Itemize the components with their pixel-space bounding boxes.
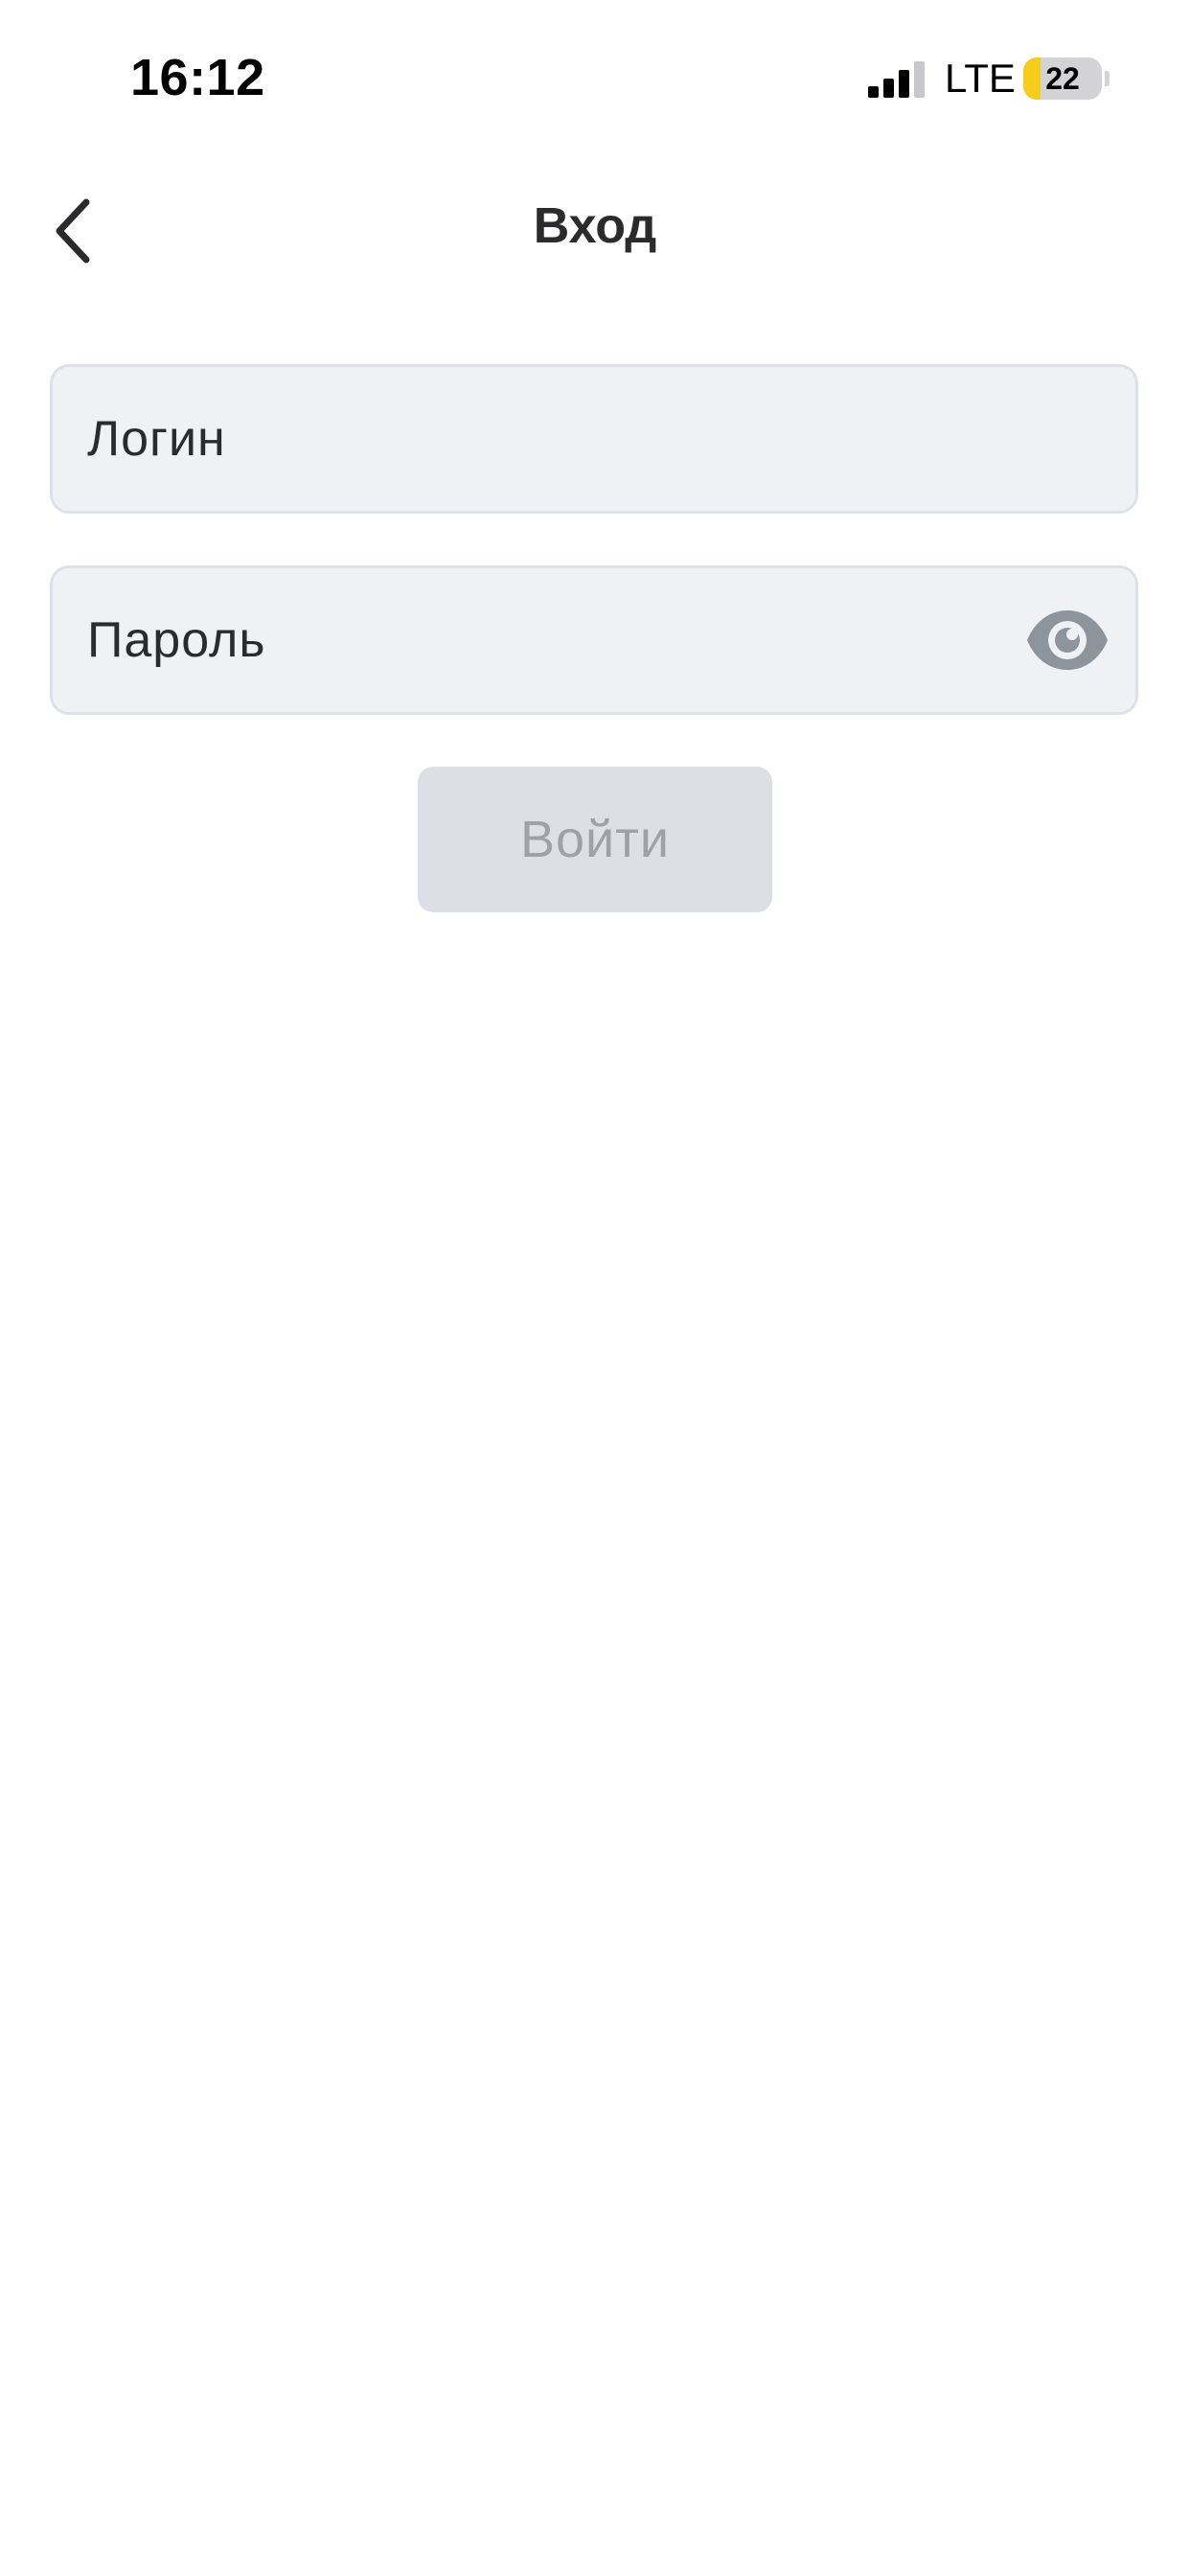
status-bar: 16:12 LTE 22: [0, 0, 1190, 163]
password-input[interactable]: [87, 568, 1045, 712]
battery-icon: 22: [1023, 58, 1102, 100]
battery-level: 22: [1045, 61, 1080, 96]
status-time: 16:12: [130, 49, 265, 106]
login-field[interactable]: [50, 364, 1138, 514]
login-input[interactable]: [87, 367, 1045, 511]
login-submit-button[interactable]: Войти: [418, 767, 772, 912]
page-title: Вход: [533, 198, 657, 254]
network-type: LTE: [945, 56, 1016, 101]
show-password-toggle[interactable]: [1024, 603, 1110, 678]
password-field[interactable]: [50, 565, 1138, 715]
signal-bar: [883, 79, 894, 98]
signal-bar: [899, 70, 909, 98]
cellular-signal-icon: [868, 61, 927, 98]
eye-icon: [1027, 610, 1108, 670]
signal-bar: [914, 61, 925, 98]
battery-cap: [1105, 71, 1110, 86]
signal-bar: [868, 86, 879, 98]
